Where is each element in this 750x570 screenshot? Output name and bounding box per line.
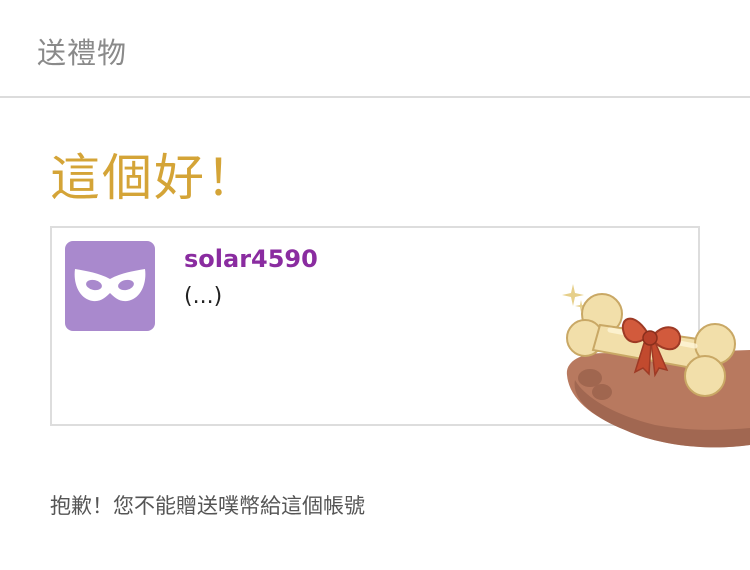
header-bar: 送禮物 (0, 0, 750, 98)
mask-icon (74, 269, 146, 302)
notice-text: 抱歉！您不能贈送噗幣給這個帳號 (50, 494, 365, 518)
page-title: 送禮物 (37, 36, 128, 70)
avatar[interactable] (65, 241, 155, 331)
headline: 這個好！ (50, 149, 258, 207)
username-link[interactable]: solar4590 (184, 245, 318, 273)
gift-page: 送禮物 這個好！ solar4590 (...) 抱歉！您不能贈送噗幣給這個帳號 (0, 0, 750, 570)
bone-with-bow-sticker (562, 284, 750, 448)
user-message: (...) (184, 284, 223, 309)
